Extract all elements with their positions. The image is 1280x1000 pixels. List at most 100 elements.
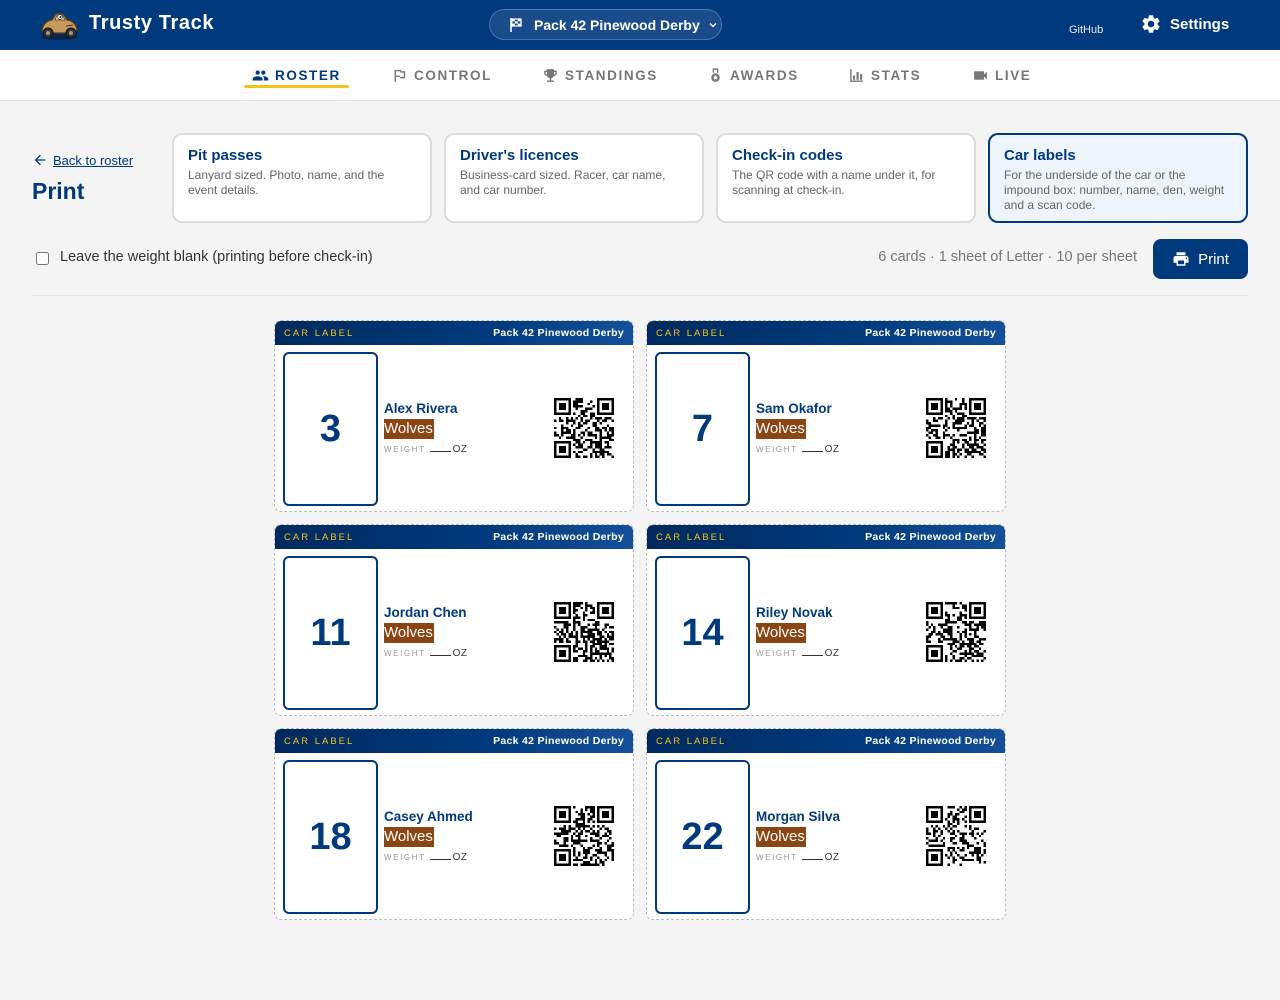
den-badge: Wolves [756,623,806,643]
weight-blank-line [801,655,823,656]
car-label-kind: CAR LABEL [284,327,355,339]
tab-roster-label: ROSTER [275,67,341,83]
print-button-label: Print [1198,250,1229,268]
option-drivers-licences[interactable]: Driver's licences Business-card sized. R… [444,133,704,223]
car-label-kind: CAR LABEL [284,531,355,543]
car-label-card: CAR LABEL Pack 42 Pinewood Derby 11 Jord… [274,524,634,716]
people-icon [252,70,269,80]
checkered-flag-icon [510,17,522,32]
den-badge: Wolves [384,623,434,643]
weight-field: WEIGHT OZ [384,648,468,659]
car-label-header: CAR LABEL Pack 42 Pinewood Derby [275,525,633,549]
tab-awards-label: AWARDS [730,67,799,83]
car-label-event: Pack 42 Pinewood Derby [493,531,624,543]
app-title: Trusty Track [89,12,215,34]
tab-standings-label: STANDINGS [565,67,658,83]
leave-weight-blank-label[interactable]: Leave the weight blank (printing before … [60,249,373,265]
car-label-card: CAR LABEL Pack 42 Pinewood Derby 7 Sam O… [646,320,1006,512]
tab-control[interactable]: CONTROL [391,50,492,100]
weight-label: WEIGHT [756,649,798,658]
back-to-roster-link[interactable]: Back to roster [32,152,133,168]
video-icon [974,70,987,80]
tab-stats[interactable]: STATS [848,50,921,100]
print-button[interactable]: Print [1153,239,1248,279]
gear-icon [1142,15,1160,33]
den-badge: Wolves [384,827,434,847]
car-label-event: Pack 42 Pinewood Derby [493,327,624,339]
car-label-card: CAR LABEL Pack 42 Pinewood Derby 22 Morg… [646,728,1006,920]
weight-field: WEIGHT OZ [384,852,468,863]
car-label-card: CAR LABEL Pack 42 Pinewood Derby 3 Alex … [274,320,634,512]
option-check-in-codes[interactable]: Check-in codes The QR code with a name u… [716,133,976,223]
tab-standings[interactable]: STANDINGS [542,50,658,100]
car-label-event: Pack 42 Pinewood Derby [865,735,996,747]
car-number: 3 [283,352,378,506]
race-car-logo-icon[interactable] [38,8,80,42]
weight-blank-line [429,655,451,656]
back-link-label: Back to roster [53,152,134,168]
event-selector[interactable]: Pack 42 Pinewood Derby [489,9,722,40]
weight-field: WEIGHT OZ [756,852,840,863]
chevron-down-icon [709,22,717,27]
tab-roster[interactable]: ROSTER [244,50,349,100]
weight-unit: OZ [824,444,840,455]
weight-label: WEIGHT [384,853,426,862]
qr-code-icon [926,602,986,662]
racer-name: Riley Novak [756,605,833,620]
car-label-header: CAR LABEL Pack 42 Pinewood Derby [647,525,1005,549]
car-number: 18 [283,760,378,914]
weight-blank-line [429,451,451,452]
github-link[interactable]: GitHub [1069,24,1103,36]
trophy-icon [544,68,557,82]
event-selector-label: Pack 42 Pinewood Derby [534,16,700,33]
car-label-kind: CAR LABEL [656,531,727,543]
leave-weight-blank-checkbox[interactable] [36,252,49,265]
weight-unit: OZ [452,444,468,455]
printer-icon [1173,252,1189,266]
car-label-header: CAR LABEL Pack 42 Pinewood Derby [647,729,1005,753]
arrow-left-icon [34,154,46,166]
car-number: 7 [655,352,750,506]
car-number: 11 [283,556,378,710]
settings-button[interactable]: Settings [1140,13,1229,35]
weight-unit: OZ [824,852,840,863]
tab-control-label: CONTROL [414,67,492,83]
weight-label: WEIGHT [384,649,426,658]
weight-unit: OZ [824,648,840,659]
weight-blank-line [801,859,823,860]
weight-label: WEIGHT [384,445,426,454]
tab-bar: ROSTER CONTROL STANDINGS AWARDS STATS LI… [0,50,1280,101]
qr-code-icon [554,806,614,866]
car-label-event: Pack 42 Pinewood Derby [865,327,996,339]
car-label-header: CAR LABEL Pack 42 Pinewood Derby [275,729,633,753]
tab-live-label: LIVE [995,67,1032,83]
tab-live[interactable]: LIVE [972,50,1031,100]
option-description: The QR code with a name under it, for sc… [732,168,936,197]
tab-awards[interactable]: AWARDS [707,50,799,100]
weight-field: WEIGHT OZ [756,648,840,659]
weight-blank-line [429,859,451,860]
print-summary: 6 cards · 1 sheet of Letter · 10 per she… [878,249,1137,265]
option-car-labels[interactable]: Car labels For the underside of the car … [988,133,1248,223]
weight-label: WEIGHT [756,853,798,862]
den-badge: Wolves [756,419,806,439]
qr-code-icon [554,398,614,458]
bar-chart-icon [850,68,863,82]
page-title: Print [32,178,85,204]
flag-icon [394,69,406,82]
option-title: Pit passes [188,147,263,164]
tab-stats-label: STATS [871,67,922,83]
option-description: For the underside of the car or the impo… [1004,168,1225,212]
settings-label: Settings [1170,15,1230,33]
car-label-kind: CAR LABEL [656,735,727,747]
weight-unit: OZ [452,648,468,659]
qr-code-icon [554,602,614,662]
option-title: Car labels [1004,147,1076,164]
weight-field: WEIGHT OZ [384,444,468,455]
weight-unit: OZ [452,852,468,863]
car-label-kind: CAR LABEL [656,327,727,339]
car-label-header: CAR LABEL Pack 42 Pinewood Derby [647,321,1005,345]
racer-name: Jordan Chen [384,605,467,620]
option-pit-passes[interactable]: Pit passes Lanyard sized. Photo, name, a… [172,133,432,223]
car-number: 14 [655,556,750,710]
